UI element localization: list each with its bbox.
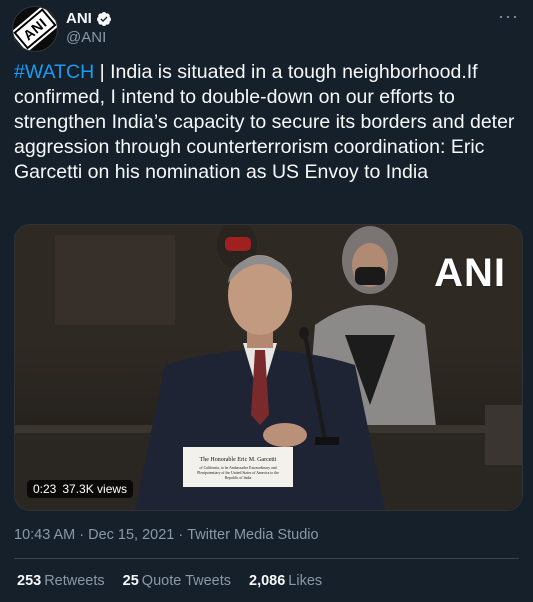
likes-stat[interactable]: 2,086 Likes	[249, 573, 322, 589]
tweet-date[interactable]: Dec 15, 2021	[88, 527, 174, 543]
likes-label: Likes	[288, 573, 323, 589]
nameplate-line-4: Republic of India	[225, 476, 252, 480]
avatar[interactable]: ANI	[12, 6, 58, 52]
ani-logo: ANI	[13, 7, 57, 51]
engagement-stats: 253 Retweets 25 Quote Tweets 2,086 Likes	[17, 573, 322, 589]
tweet-meta: 10:43 AM · Dec 15, 2021 · Twitter Media …	[14, 527, 319, 543]
more-options-icon[interactable]: ···	[498, 6, 519, 27]
ani-watermark-logo: ANI	[434, 251, 506, 295]
retweets-count: 253	[17, 573, 42, 589]
divider	[14, 558, 519, 559]
meta-separator: ·	[79, 527, 85, 543]
tweet-time[interactable]: 10:43 AM	[14, 527, 75, 543]
quote-tweets-stat[interactable]: 25 Quote Tweets	[123, 573, 231, 589]
retweets-stat[interactable]: 253 Retweets	[17, 573, 105, 589]
meta-separator: ·	[178, 527, 184, 543]
nameplate-line-3: Plenipotentiary of the United States of …	[197, 471, 279, 475]
quote-tweets-count: 25	[122, 573, 139, 589]
quote-tweets-label: Quote Tweets	[141, 573, 231, 589]
video-stats-badge: 0:23 37.3K views	[27, 480, 134, 498]
tweet-text: #WATCH | India is situated in a tough ne…	[14, 60, 519, 185]
author-display-name[interactable]: ANI	[66, 10, 92, 27]
video-views: 37.3K views	[62, 482, 128, 496]
author-name-row: ANI	[66, 10, 112, 27]
likes-count: 2,086	[249, 573, 286, 589]
retweets-label: Retweets	[44, 573, 105, 589]
nameplate-line-1: The Honorable Eric M. Garcetti	[200, 457, 277, 463]
hashtag-link[interactable]: #WATCH	[14, 61, 94, 83]
video-player[interactable]: The Honorable Eric M. Garcetti of Califo…	[14, 224, 523, 511]
verified-badge-icon	[96, 11, 111, 26]
tweet-detail: ANI ANI @ANI ··· #WATCH | India is situa…	[0, 0, 533, 602]
tweet-source[interactable]: Twitter Media Studio	[187, 527, 318, 543]
author-handle[interactable]: @ANI	[66, 29, 106, 46]
video-duration: 0:23	[33, 482, 57, 496]
